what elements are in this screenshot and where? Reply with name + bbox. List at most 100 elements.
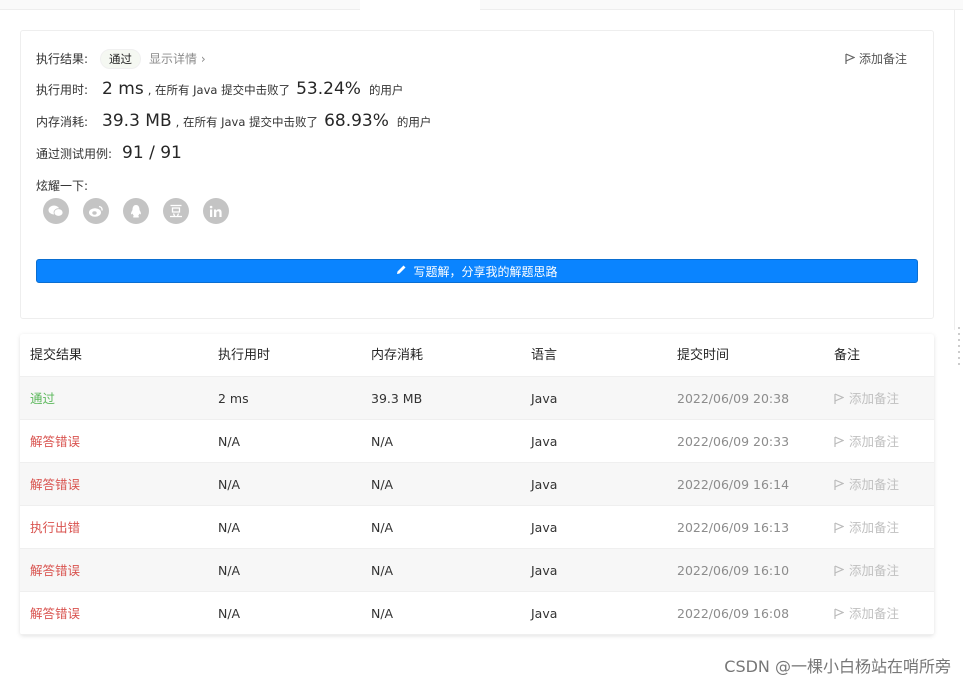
add-note-label: 添加备注	[858, 52, 907, 66]
memory-tail: 的用户	[396, 115, 432, 129]
exec-time-tail: 的用户	[368, 83, 404, 97]
row-memory: N/A	[371, 563, 394, 578]
tab-strip-left	[0, 0, 360, 10]
tests-value: 91 / 91	[122, 143, 182, 163]
status-link[interactable]: 解答错误	[30, 420, 80, 463]
table-row[interactable]: 解答错误 N/A N/A Java 2022/06/09 16:14 添加备注	[20, 463, 934, 506]
row-memory: 39.3 MB	[371, 391, 423, 406]
row-memory: N/A	[371, 520, 394, 535]
flag-icon	[834, 607, 844, 620]
write-solution-label: 写题解，分享我的解题思路	[413, 264, 558, 279]
row-language: Java	[531, 520, 558, 535]
row-language: Java	[531, 391, 558, 406]
flag-icon	[834, 564, 844, 577]
exec-time-percent: 53.24%	[296, 79, 361, 99]
row-submit-time: 2022/06/09 20:33	[677, 434, 790, 449]
qq-icon[interactable]	[123, 198, 149, 224]
share-icons	[43, 198, 229, 224]
row-memory: N/A	[371, 606, 394, 621]
row-time: N/A	[218, 520, 241, 535]
exec-result-row: 执行结果: 通过 显示详情 ›	[36, 49, 206, 69]
row-language: Java	[531, 434, 558, 449]
memory-label: 内存消耗:	[36, 115, 89, 129]
row-add-note-button[interactable]: 添加备注	[834, 506, 899, 549]
row-note-label: 添加备注	[849, 391, 900, 406]
row-add-note-button[interactable]: 添加备注	[834, 463, 899, 506]
status-link[interactable]: 解答错误	[30, 592, 80, 635]
row-time: N/A	[218, 477, 241, 492]
row-note-label: 添加备注	[849, 477, 900, 492]
show-details-link[interactable]: 显示详情 ›	[149, 50, 206, 67]
flag-icon	[845, 52, 855, 65]
table-row[interactable]: 通过 2 ms 39.3 MB Java 2022/06/09 20:38 添加…	[20, 377, 934, 420]
exec-time-row: 执行用时: 2 ms , 在所有 Java 提交中击败了 53.24% 的用户	[36, 79, 403, 99]
weibo-icon[interactable]	[83, 198, 109, 224]
row-note-label: 添加备注	[849, 563, 900, 578]
memory-value: 39.3 MB	[102, 111, 172, 131]
row-submit-time: 2022/06/09 16:10	[677, 563, 790, 578]
exec-time-label: 执行用时:	[36, 83, 89, 97]
row-submit-time: 2022/06/09 20:38	[677, 391, 790, 406]
row-note-label: 添加备注	[849, 520, 900, 535]
resize-handle[interactable]	[957, 325, 961, 365]
memory-percent: 68.93%	[324, 111, 389, 131]
row-time: 2 ms	[218, 391, 249, 406]
memory-row: 内存消耗: 39.3 MB , 在所有 Java 提交中击败了 68.93% 的…	[36, 111, 431, 131]
douban-icon[interactable]	[163, 198, 189, 224]
exec-result-label: 执行结果:	[36, 52, 89, 66]
flag-icon	[834, 392, 844, 405]
row-language: Java	[531, 606, 558, 621]
status-link[interactable]: 解答错误	[30, 549, 80, 592]
header-language: 语言	[531, 348, 558, 363]
table-row[interactable]: 解答错误 N/A N/A Java 2022/06/09 16:10 添加备注	[20, 549, 934, 592]
flag-icon	[834, 435, 844, 448]
row-add-note-button[interactable]: 添加备注	[834, 420, 899, 463]
row-language: Java	[531, 563, 558, 578]
row-add-note-button[interactable]: 添加备注	[834, 549, 899, 592]
status-link[interactable]: 执行出错	[30, 506, 80, 549]
row-language: Java	[531, 477, 558, 492]
linkedin-icon[interactable]	[203, 198, 229, 224]
show-details-text: 显示详情	[149, 52, 198, 66]
row-add-note-button[interactable]: 添加备注	[834, 377, 899, 420]
row-submit-time: 2022/06/09 16:08	[677, 606, 790, 621]
write-solution-button[interactable]: 写题解，分享我的解题思路	[36, 259, 918, 283]
tab-strip-right	[480, 0, 963, 10]
chevron-right-icon: ›	[200, 52, 206, 66]
memory-desc: , 在所有 Java 提交中击败了	[175, 115, 319, 129]
share-label: 炫耀一下:	[36, 179, 89, 193]
row-add-note-button[interactable]: 添加备注	[834, 592, 899, 635]
status-link[interactable]: 通过	[30, 377, 55, 420]
top-tab-strip	[0, 0, 963, 10]
header-time: 执行用时	[218, 348, 271, 363]
table-header: 提交结果 执行用时 内存消耗 语言 提交时间 备注	[20, 334, 934, 377]
add-note-button[interactable]: 添加备注	[845, 50, 907, 67]
header-memory: 内存消耗	[371, 348, 424, 363]
row-time: N/A	[218, 434, 241, 449]
status-link[interactable]: 解答错误	[30, 463, 80, 506]
flag-icon	[834, 521, 844, 534]
active-tab-gap	[360, 0, 480, 10]
wechat-icon[interactable]	[43, 198, 69, 224]
header-status: 提交结果	[30, 348, 83, 363]
pencil-icon	[396, 264, 407, 278]
header-note: 备注	[834, 348, 861, 363]
row-note-label: 添加备注	[849, 606, 900, 621]
table-row[interactable]: 执行出错 N/A N/A Java 2022/06/09 16:13 添加备注	[20, 506, 934, 549]
header-submit-time: 提交时间	[677, 348, 730, 363]
row-time: N/A	[218, 563, 241, 578]
row-note-label: 添加备注	[849, 434, 900, 449]
tests-row: 通过测试用例: 91 / 91	[36, 143, 190, 163]
panel-right-border	[954, 10, 955, 330]
watermark: CSDN @一棵小白杨站在哨所旁	[724, 657, 951, 676]
tests-label: 通过测试用例:	[36, 147, 113, 161]
row-time: N/A	[218, 606, 241, 621]
exec-time-desc: , 在所有 Java 提交中击败了	[147, 83, 291, 97]
row-submit-time: 2022/06/09 16:13	[677, 520, 790, 535]
pass-badge: 通过	[100, 49, 142, 69]
table-row[interactable]: 解答错误 N/A N/A Java 2022/06/09 16:08 添加备注	[20, 592, 934, 635]
result-summary-card: 执行结果: 通过 显示详情 › 添加备注 执行用时: 2 ms , 在所有 Ja…	[20, 30, 934, 319]
exec-time-value: 2 ms	[102, 79, 144, 99]
table-row[interactable]: 解答错误 N/A N/A Java 2022/06/09 20:33 添加备注	[20, 420, 934, 463]
row-memory: N/A	[371, 477, 394, 492]
